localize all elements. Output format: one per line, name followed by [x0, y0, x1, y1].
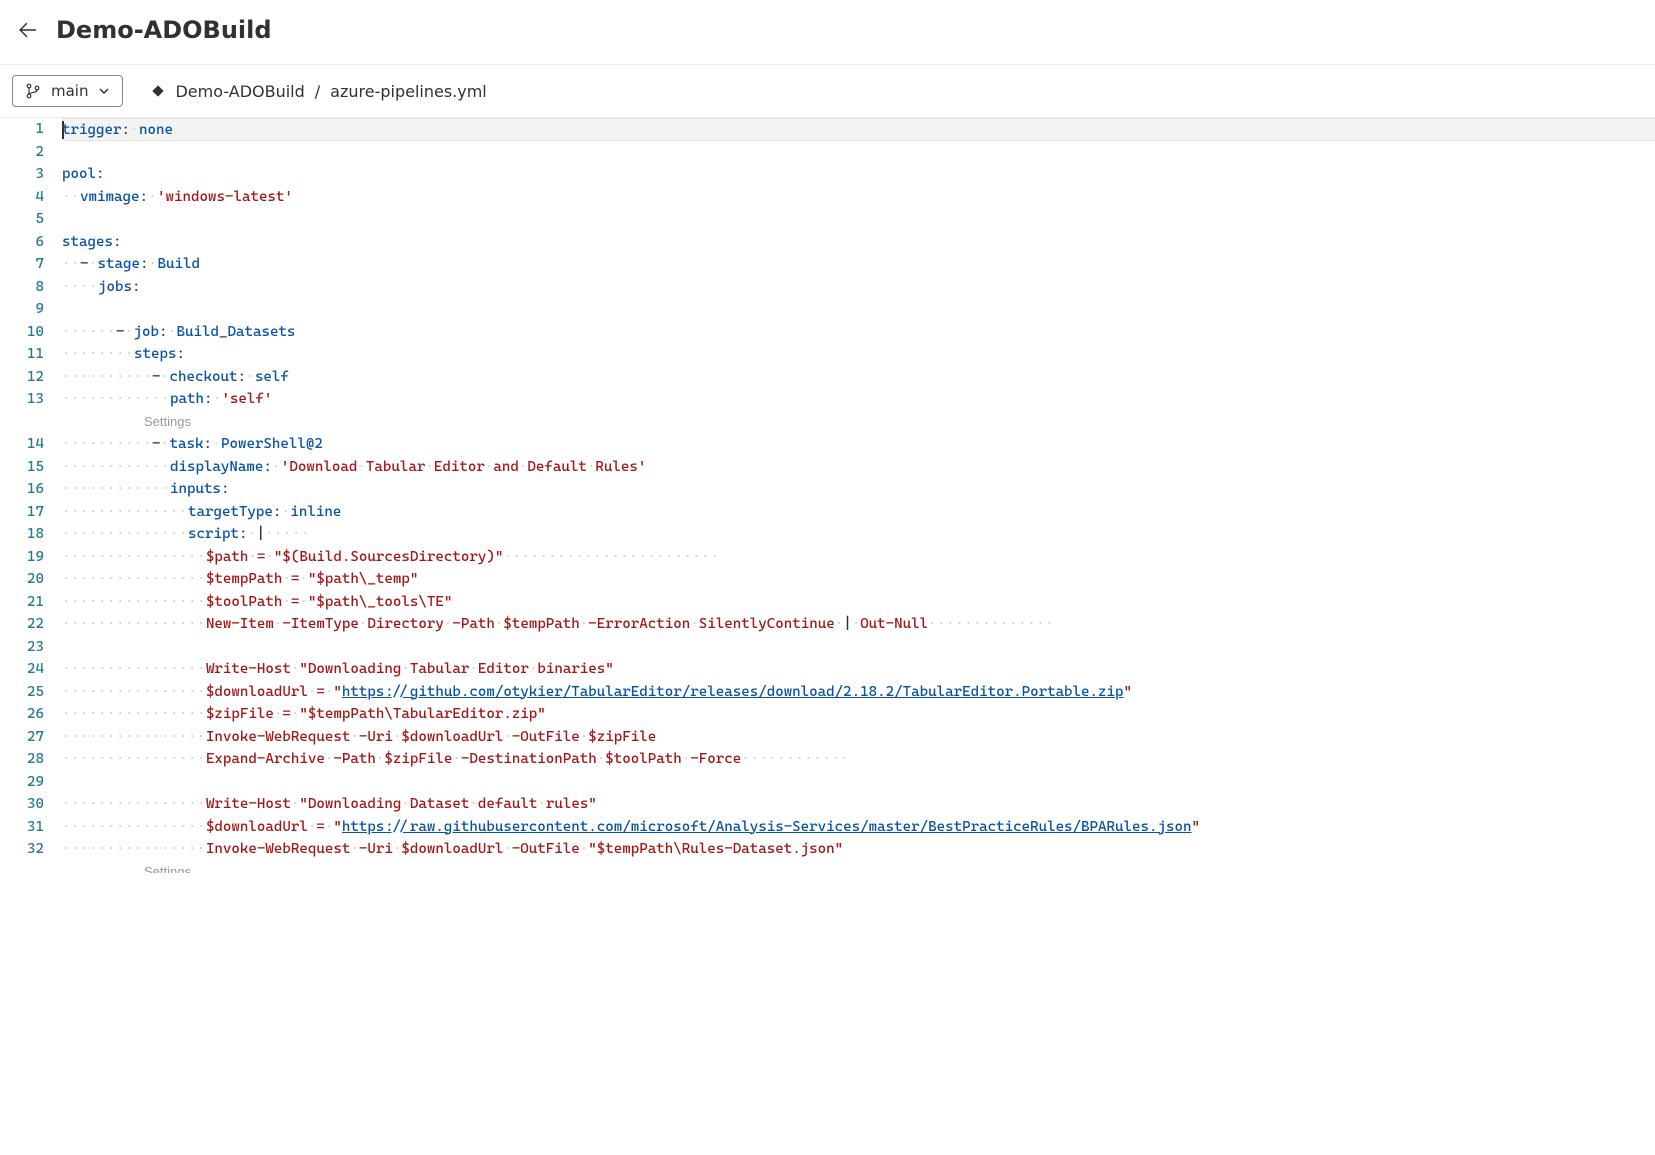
code-line[interactable]: ················Write-Host·"Downloading·… [62, 658, 1655, 681]
code-lens-settings[interactable]: Settings [62, 411, 1655, 434]
code-line[interactable] [62, 771, 1655, 794]
line-number: 22 [0, 613, 44, 636]
code-line[interactable]: ··············script:·|····· [62, 523, 1655, 546]
line-number: 12 [0, 366, 44, 389]
line-number: 9 [0, 298, 44, 321]
code-line[interactable] [62, 298, 1655, 321]
code-line[interactable]: trigger:·none [62, 118, 1655, 141]
line-number: 2 [0, 141, 44, 164]
line-number: 8 [0, 276, 44, 299]
code-line[interactable]: ················$path·=·"$(Build.Sources… [62, 546, 1655, 569]
code-line[interactable]: ················Expand-Archive·-Path·$zi… [62, 748, 1655, 771]
code-line[interactable]: ············displayName:·'Download·Tabul… [62, 456, 1655, 479]
line-number: 29 [0, 771, 44, 794]
line-number-gutter: 1234567891011121314151617181920212223242… [0, 118, 62, 873]
line-number: 30 [0, 793, 44, 816]
code-line[interactable] [62, 636, 1655, 659]
code-line[interactable]: ················Invoke-WebRequest·-Uri·$… [62, 838, 1655, 861]
code-line[interactable]: ··-·stage:·Build [62, 253, 1655, 276]
code-line[interactable]: ········steps: [62, 343, 1655, 366]
line-number: 19 [0, 546, 44, 569]
line-number: 18 [0, 523, 44, 546]
code-line[interactable]: ··········-·task:·PowerShell@2 [62, 433, 1655, 456]
code-content[interactable]: trigger:·none pool:··vmimage:·'windows-la… [62, 118, 1655, 873]
line-number: 6 [0, 231, 44, 254]
code-line[interactable] [62, 141, 1655, 164]
code-line[interactable]: ················Write-Host·"Downloading·… [62, 793, 1655, 816]
code-line[interactable]: ················$tempPath·=·"$path\_temp… [62, 568, 1655, 591]
code-line[interactable]: ················Invoke-WebRequest·-Uri·$… [62, 726, 1655, 749]
line-number: 32 [0, 838, 44, 861]
code-line[interactable]: ············inputs: [62, 478, 1655, 501]
line-number: 16 [0, 478, 44, 501]
branch-icon [25, 83, 41, 99]
line-number: 5 [0, 208, 44, 231]
code-line[interactable]: ················$zipFile·=·"$tempPath\Ta… [62, 703, 1655, 726]
code-line[interactable]: stages: [62, 231, 1655, 254]
code-line[interactable]: ··vmimage:·'windows-latest' [62, 186, 1655, 209]
breadcrumb-repo[interactable]: Demo-ADOBuild [175, 82, 304, 101]
branch-selector[interactable]: main [12, 75, 123, 107]
code-line[interactable]: pool: [62, 163, 1655, 186]
line-number: 13 [0, 388, 44, 411]
code-line[interactable] [62, 208, 1655, 231]
code-line[interactable]: ············path:·'self' [62, 388, 1655, 411]
line-number: 20 [0, 568, 44, 591]
code-lens-settings[interactable]: Settings [62, 861, 1655, 873]
code-line[interactable]: ····jobs: [62, 276, 1655, 299]
code-line[interactable]: ················$toolPath·=·"$path\_tool… [62, 591, 1655, 614]
line-number: 14 [0, 433, 44, 456]
chevron-down-icon [98, 85, 110, 97]
line-number: 27 [0, 726, 44, 749]
header: Demo-ADOBuild [0, 0, 1655, 64]
code-line[interactable]: ················$downloadUrl·=·"https://… [62, 681, 1655, 704]
line-number: 10 [0, 321, 44, 344]
code-line[interactable]: ··········-·checkout:·self [62, 366, 1655, 389]
line-number: 17 [0, 501, 44, 524]
line-number: 31 [0, 816, 44, 839]
toolbar: main Demo-ADOBuild / azure-pipelines.yml [0, 64, 1655, 118]
code-editor[interactable]: 1234567891011121314151617181920212223242… [0, 118, 1655, 873]
code-line[interactable]: ················$downloadUrl·=·"https://… [62, 816, 1655, 839]
repo-icon [151, 84, 165, 98]
line-number: 4 [0, 186, 44, 209]
back-button[interactable] [16, 18, 40, 42]
url-link[interactable]: https://raw.githubusercontent.com/micros… [342, 819, 1192, 835]
breadcrumb-separator: / [315, 82, 320, 101]
line-number: 11 [0, 343, 44, 366]
line-number: 23 [0, 636, 44, 659]
line-number: 21 [0, 591, 44, 614]
code-line[interactable]: ················New-Item·-ItemType·Direc… [62, 613, 1655, 636]
line-number: 3 [0, 163, 44, 186]
breadcrumb: Demo-ADOBuild / azure-pipelines.yml [151, 82, 486, 101]
line-number: 7 [0, 253, 44, 276]
page-title: Demo-ADOBuild [56, 16, 272, 44]
arrow-left-icon [19, 21, 37, 39]
branch-name: main [51, 82, 88, 100]
line-number: 1 [0, 118, 44, 141]
line-number: 26 [0, 703, 44, 726]
line-number: 15 [0, 456, 44, 479]
line-number: 25 [0, 681, 44, 704]
code-line[interactable]: ··············targetType:·inline [62, 501, 1655, 524]
line-number: 28 [0, 748, 44, 771]
url-link[interactable]: https://github.com/otykier/TabularEditor… [342, 684, 1124, 700]
code-line[interactable]: ······-·job:·Build_Datasets [62, 321, 1655, 344]
line-number: 24 [0, 658, 44, 681]
breadcrumb-file[interactable]: azure-pipelines.yml [330, 82, 487, 101]
